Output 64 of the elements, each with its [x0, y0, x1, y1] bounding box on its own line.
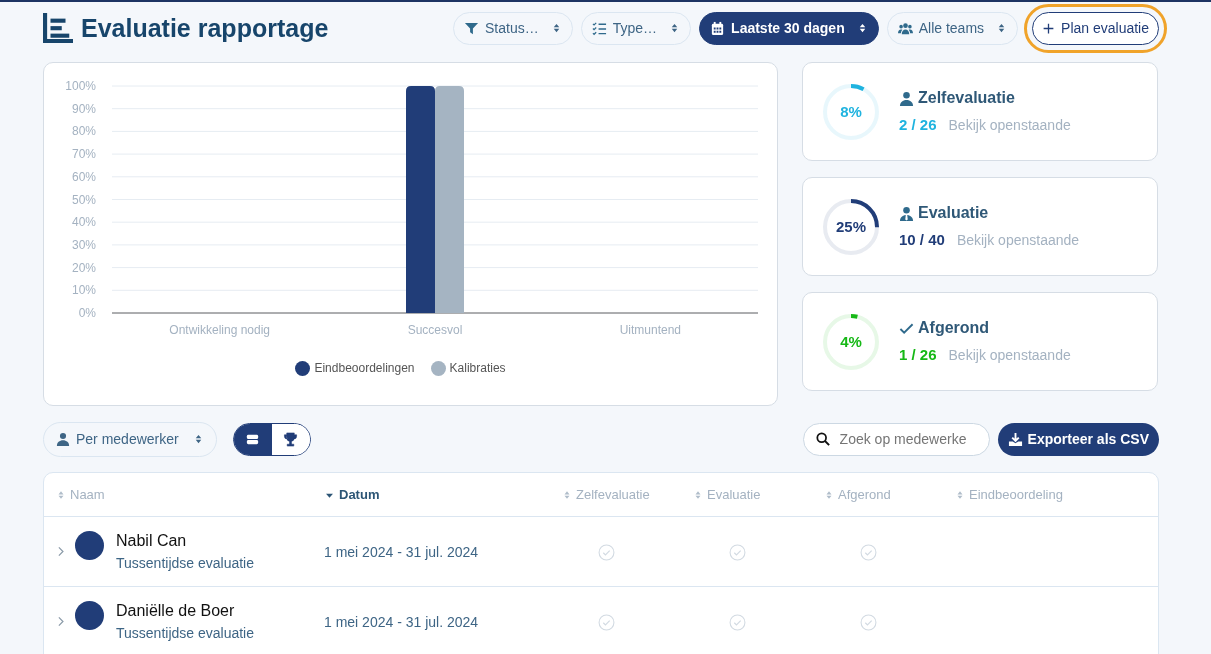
search-field[interactable]: Zoek op medewerke [802, 422, 990, 456]
card-title: Evaluatie [918, 203, 989, 224]
y-axis-label: 20% [71, 260, 96, 275]
search-icon [815, 432, 830, 446]
employee-name: Daniëlle de Boer [116, 601, 236, 621]
count-value: 1 / 26 [899, 345, 937, 366]
person-icon [56, 432, 70, 446]
check-circle-icon [860, 543, 877, 561]
check-circle-icon [729, 543, 746, 561]
y-axis-label: 40% [71, 215, 96, 230]
employee-name: Nabil Can [116, 531, 188, 551]
date-range: 1 mei 2024 - 31 jul. 2024 [324, 543, 479, 560]
filter-dropdown[interactable]: Type… [580, 11, 692, 45]
check-circle-icon [598, 613, 615, 631]
calendar-icon [710, 20, 726, 36]
page-title: Evaluatie rapportage [81, 13, 329, 43]
column-header[interactable]: Datum [339, 484, 380, 505]
y-axis-label: 90% [71, 101, 96, 116]
filter-dropdown[interactable]: Status… [453, 11, 573, 45]
view-toggle-button[interactable] [271, 423, 310, 455]
y-axis-label: 80% [71, 124, 96, 139]
y-axis-label: 0% [78, 306, 96, 320]
evaluation-type: Tussentijdse evaluatie [116, 554, 254, 573]
view-toggle-button[interactable] [233, 423, 272, 455]
chart-logo-icon [43, 13, 73, 43]
count-value: 10 / 40 [899, 230, 945, 251]
x-axis-label: Ontwikkeling nodig [169, 323, 271, 337]
filter-dropdown[interactable]: Alle teams [886, 11, 1019, 45]
evaluation-type: Tussentijdse evaluatie [116, 624, 254, 643]
legend-label: Kalibraties [449, 360, 506, 377]
download-icon [1007, 431, 1023, 447]
y-axis-label: 100% [65, 79, 96, 93]
percent-value: 25% [836, 219, 866, 234]
count-value: 2 / 26 [899, 115, 937, 136]
card-title: Zelfevaluatie [918, 88, 1015, 109]
avatar [75, 601, 104, 630]
y-axis-label: 10% [71, 283, 96, 298]
filter-icon [464, 20, 479, 36]
x-axis-label: Uitmuntend [619, 323, 681, 337]
team-icon [897, 20, 913, 36]
export-csv-button[interactable]: Exporteer als CSV [997, 422, 1159, 456]
percent-value: 8% [840, 104, 862, 119]
avatar [75, 531, 104, 560]
legend-dot [430, 360, 446, 376]
checklist-icon [591, 20, 607, 36]
y-axis-label: 30% [71, 237, 96, 252]
y-axis-label: 60% [71, 169, 96, 184]
check-circle-icon [598, 543, 615, 561]
legend-dot [295, 360, 311, 376]
filter-dropdown[interactable]: Laatste 30 dagen [699, 11, 879, 45]
plus-icon [1042, 21, 1056, 35]
group-by-dropdown[interactable]: Per medewerker [43, 421, 217, 457]
check-circle-icon [860, 613, 877, 631]
legend-label: Eindbeoordelingen [314, 360, 415, 377]
date-range: 1 mei 2024 - 31 jul. 2024 [324, 613, 479, 630]
x-axis-label: Succesvol [407, 323, 463, 337]
percent-value: 4% [840, 334, 862, 349]
check-circle-icon [729, 613, 746, 631]
person-icon [899, 90, 914, 106]
trophy-icon [283, 431, 299, 447]
y-axis-label: 70% [71, 147, 96, 162]
person-tie-icon [899, 205, 914, 221]
card-title: Afgerond [918, 318, 990, 339]
y-axis-label: 50% [71, 192, 96, 207]
